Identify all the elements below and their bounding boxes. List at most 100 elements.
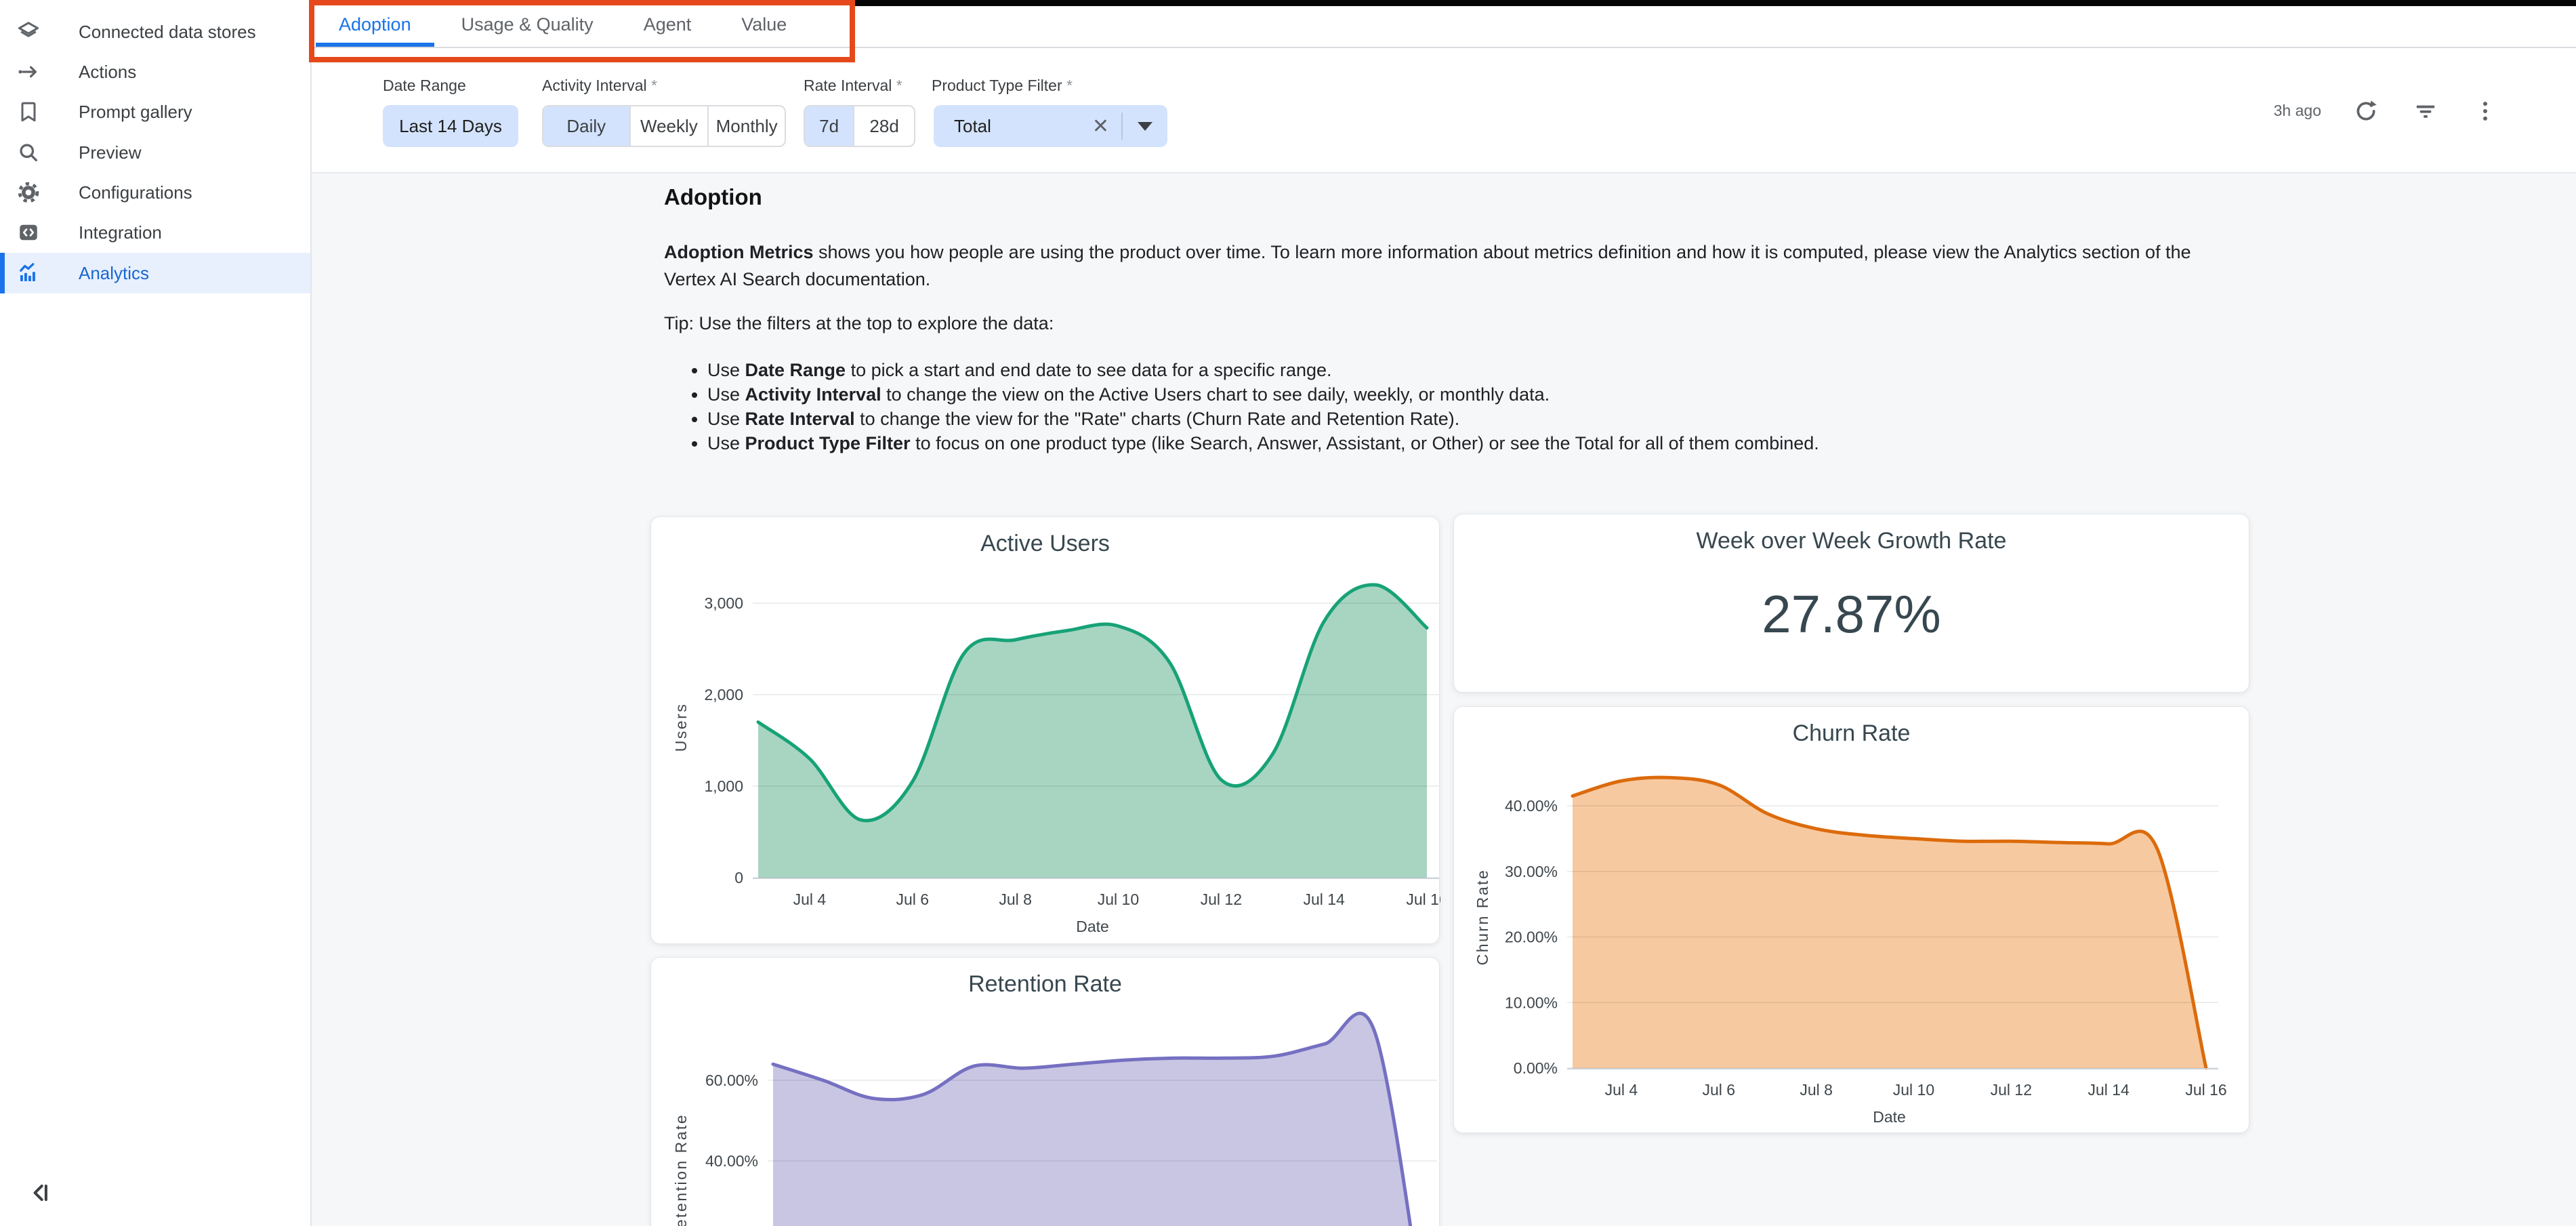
- integration-icon: [0, 220, 57, 245]
- sidebar-item-configurations[interactable]: Configurations: [0, 172, 310, 213]
- tab-usage-quality[interactable]: Usage & Quality: [438, 6, 617, 47]
- segment-weekly[interactable]: Weekly: [629, 106, 708, 146]
- tab-label: Adoption: [339, 14, 411, 35]
- svg-text:Jul 16: Jul 16: [1406, 891, 1440, 908]
- segment-28d[interactable]: 28d: [853, 106, 914, 146]
- retention-rate-card: Retention Rate 0.00%20.00%40.00%60.00%Ju…: [650, 957, 1440, 1226]
- last-refreshed-text: 3h ago: [2274, 102, 2321, 120]
- refresh-button[interactable]: [2351, 96, 2381, 126]
- sidebar: Connected data stores Actions Prompt gal…: [0, 0, 312, 1226]
- sidebar-item-analytics[interactable]: Analytics: [0, 253, 310, 293]
- filter-lines-icon: [2412, 98, 2439, 125]
- intro-rest: shows you how people are using the produ…: [664, 242, 2191, 289]
- rate-interval-segments: 7d 28d: [804, 105, 915, 147]
- svg-text:20.00%: 20.00%: [1505, 928, 1558, 946]
- sidebar-item-label: Connected data stores: [79, 22, 256, 43]
- data-stores-icon: [0, 20, 57, 44]
- tip-text: Tip: Use the filters at the top to explo…: [664, 313, 2195, 334]
- product-type-value: Total: [954, 116, 1080, 137]
- configurations-icon: [0, 180, 57, 205]
- activity-interval-segments: Daily Weekly Monthly: [542, 105, 786, 147]
- svg-text:Jul 6: Jul 6: [896, 891, 929, 908]
- svg-text:Jul 4: Jul 4: [793, 891, 827, 908]
- rate-interval-label: Rate Interval *: [804, 77, 902, 95]
- intro-bold: Adoption Metrics: [664, 242, 814, 262]
- top-strip: [855, 0, 2576, 6]
- svg-text:10.00%: 10.00%: [1505, 994, 1558, 1011]
- clear-filter-icon[interactable]: ✕: [1080, 115, 1121, 138]
- segment-monthly[interactable]: Monthly: [707, 106, 785, 146]
- sidebar-item-preview[interactable]: Preview: [0, 132, 310, 173]
- svg-text:Jul 8: Jul 8: [999, 891, 1032, 908]
- svg-text:60.00%: 60.00%: [705, 1071, 758, 1089]
- tab-label: Usage & Quality: [461, 14, 594, 35]
- chip-divider: [1121, 113, 1123, 140]
- date-range-chip[interactable]: Last 14 Days: [383, 105, 518, 147]
- svg-text:Jul 10: Jul 10: [1893, 1081, 1934, 1099]
- svg-text:Date: Date: [1076, 918, 1109, 935]
- analytics-icon: [0, 261, 57, 285]
- segment-daily[interactable]: Daily: [543, 106, 629, 146]
- report-canvas: Adoption Adoption Metrics shows you how …: [312, 173, 2576, 1226]
- churn-rate-card: Churn Rate 0.00% 10.00% 20.00% 30.00% 40.00%…: [1453, 706, 2249, 1133]
- svg-text:1,000: 1,000: [704, 777, 743, 795]
- tab-bar: Adoption Usage & Quality Agent Value: [312, 6, 2576, 48]
- tab-agent[interactable]: Agent: [621, 6, 715, 47]
- list-item: Use Activity Interval to change the view…: [707, 382, 2195, 407]
- collapse-sidebar-button[interactable]: [24, 1178, 57, 1210]
- kebab-menu-icon: [2472, 98, 2499, 125]
- svg-text:0: 0: [734, 869, 743, 886]
- segment-7d[interactable]: 7d: [805, 106, 853, 146]
- wow-growth-rate-card: Week over Week Growth Rate 27.87%: [1453, 514, 2249, 693]
- tab-adoption[interactable]: Adoption: [316, 6, 434, 47]
- wow-growth-rate-value: 27.87%: [1454, 584, 2249, 645]
- svg-text:Retention Rate: Retention Rate: [672, 1113, 690, 1226]
- sidebar-item-label: Integration: [79, 222, 162, 243]
- svg-text:30.00%: 30.00%: [1505, 863, 1558, 880]
- svg-text:Date: Date: [1873, 1108, 1906, 1126]
- svg-text:Jul 16: Jul 16: [2185, 1081, 2226, 1099]
- actions-icon: [0, 60, 57, 84]
- activity-interval-label: Activity Interval *: [542, 77, 657, 95]
- sidebar-item-prompt-gallery[interactable]: Prompt gallery: [0, 91, 310, 132]
- more-options-button[interactable]: [2470, 96, 2500, 126]
- svg-text:Jul 6: Jul 6: [1702, 1081, 1735, 1099]
- product-type-filter-label: Product Type Filter *: [932, 77, 1073, 95]
- svg-text:Users: Users: [672, 703, 690, 752]
- list-item: Use Product Type Filter to focus on one …: [707, 431, 2195, 455]
- sidebar-item-label: Configurations: [79, 182, 192, 203]
- sidebar-item-label: Actions: [79, 62, 136, 83]
- prompt-gallery-icon: [0, 100, 57, 124]
- sidebar-item-connected-data-stores[interactable]: Connected data stores: [0, 12, 310, 52]
- svg-text:Jul 8: Jul 8: [1800, 1081, 1833, 1099]
- sidebar-item-actions[interactable]: Actions: [0, 52, 310, 92]
- list-item: Use Rate Interval to change the view for…: [707, 407, 2195, 431]
- svg-text:2,000: 2,000: [704, 686, 743, 703]
- tab-label: Value: [741, 14, 787, 35]
- svg-text:Churn Rate: Churn Rate: [1474, 869, 1491, 966]
- tab-label: Agent: [644, 14, 692, 35]
- svg-text:40.00%: 40.00%: [1505, 797, 1558, 815]
- product-type-filter-chip[interactable]: Total ✕: [934, 105, 1167, 147]
- filter-button[interactable]: [2411, 96, 2440, 126]
- tips-list: Use Date Range to pick a start and end d…: [664, 358, 2195, 455]
- refresh-icon: [2352, 98, 2380, 125]
- collapse-panel-icon: [24, 1178, 54, 1208]
- svg-text:Jul 14: Jul 14: [2087, 1081, 2130, 1099]
- date-range-value: Last 14 Days: [399, 116, 502, 137]
- svg-text:Jul 12: Jul 12: [1201, 891, 1242, 908]
- active-users-card: Active Users 01,0002,0003,000Jul 4Jul 6J…: [650, 516, 1440, 944]
- refresh-cluster: 3h ago: [2274, 48, 2500, 173]
- svg-text:Jul 14: Jul 14: [1303, 891, 1345, 908]
- sidebar-item-label: Prompt gallery: [79, 102, 192, 123]
- sidebar-item-integration[interactable]: Integration: [0, 212, 310, 253]
- svg-text:0.00%: 0.00%: [1514, 1059, 1558, 1077]
- svg-text:3,000: 3,000: [704, 594, 743, 612]
- page-title: Adoption: [664, 184, 762, 210]
- chevron-down-icon[interactable]: [1138, 122, 1152, 131]
- tab-value[interactable]: Value: [718, 6, 810, 47]
- filter-bar: Date Range Last 14 Days Activity Interva…: [312, 48, 2576, 173]
- svg-text:40.00%: 40.00%: [705, 1152, 758, 1170]
- date-range-label: Date Range: [383, 77, 466, 95]
- sidebar-item-label: Analytics: [79, 263, 149, 284]
